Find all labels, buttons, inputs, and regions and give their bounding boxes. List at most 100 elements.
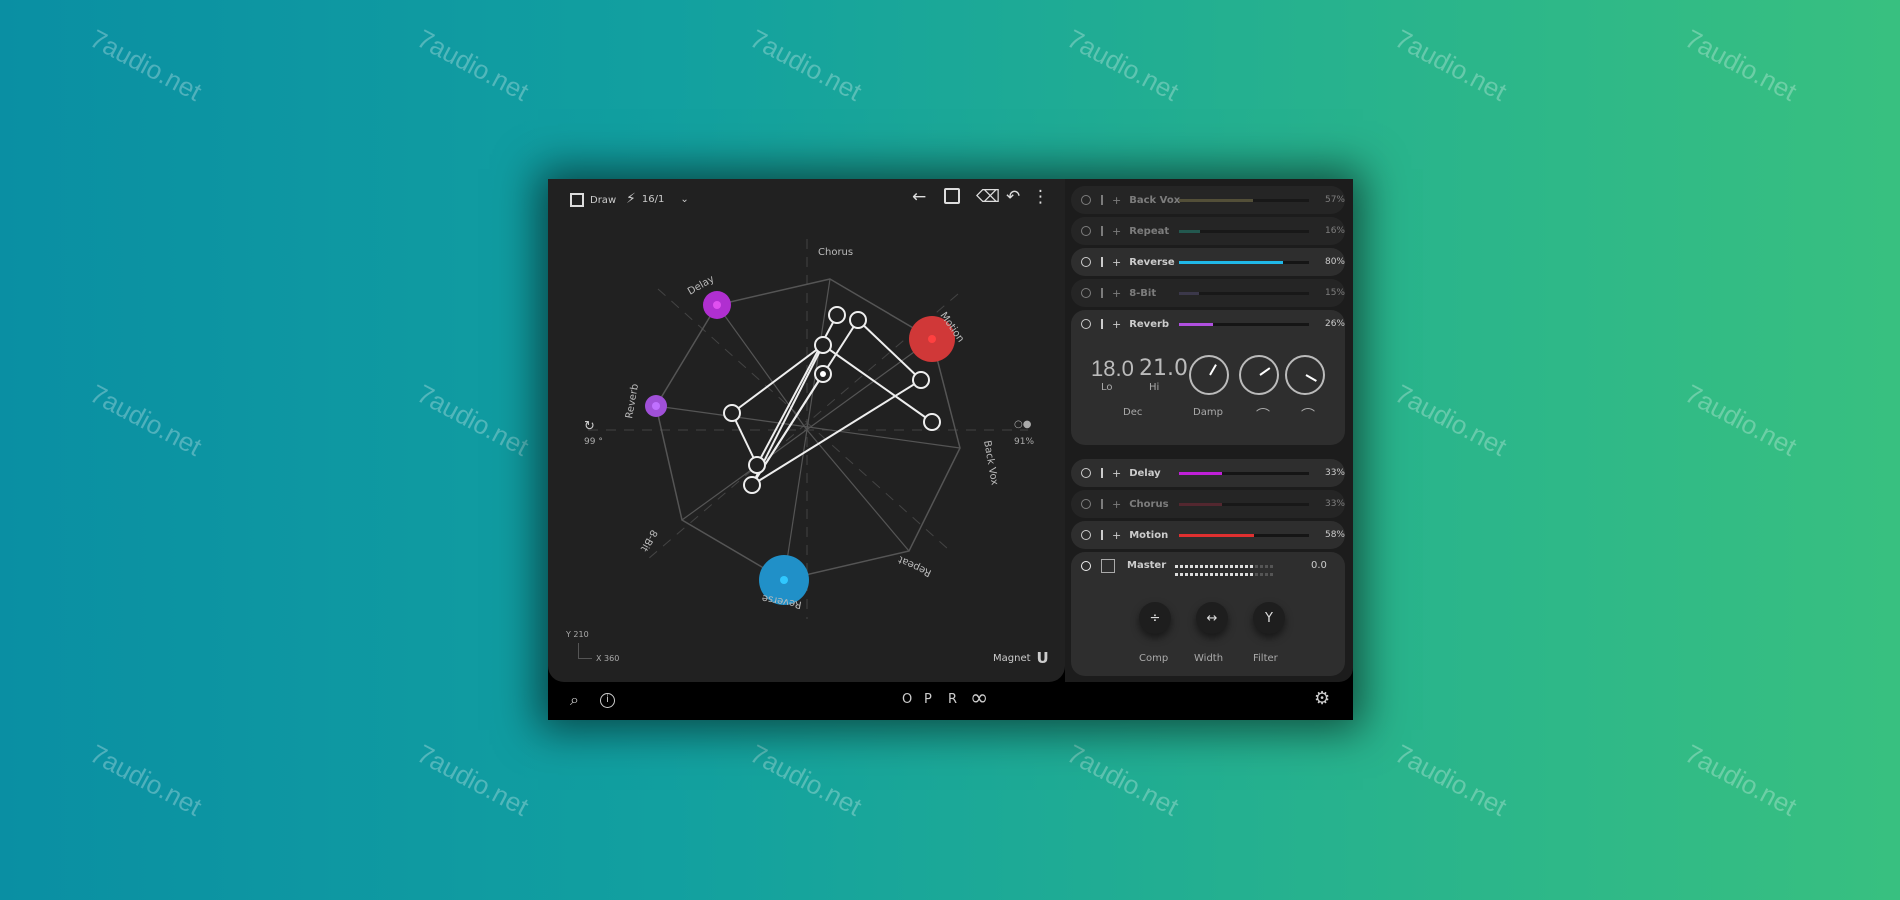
search-icon[interactable]: ⌕ [570, 690, 579, 710]
curve-left-icon[interactable]: ⌒ [1256, 405, 1270, 425]
knob-3[interactable] [1285, 355, 1325, 395]
effect-name: Reverb [1129, 318, 1170, 330]
effect-row-chorus[interactable]: + Chorus 33% [1071, 490, 1345, 518]
level-value: 33% [1324, 499, 1345, 509]
level-slider[interactable] [1179, 533, 1310, 537]
watermark: 7audio.net [1062, 23, 1184, 107]
damp-label: Damp [1193, 407, 1223, 418]
master-toggle[interactable] [1081, 561, 1091, 571]
info-icon[interactable]: i [600, 693, 615, 708]
plus-icon[interactable]: + [1112, 467, 1121, 480]
hi-value[interactable]: 21.0 [1139, 356, 1188, 381]
x-coordinate: X 360 [596, 654, 620, 663]
solo-bar-icon[interactable] [1100, 195, 1103, 205]
toggle-circle-icon[interactable] [1081, 530, 1091, 540]
rotation-value: 99 ° [584, 437, 603, 447]
mode-o-button[interactable]: O [902, 692, 912, 707]
watermark: 7audio.net [412, 378, 534, 462]
level-fill [1179, 533, 1255, 537]
effect-row-delay[interactable]: + Delay 33% [1071, 459, 1345, 487]
width-arrows-icon: ↔ [1206, 610, 1218, 626]
filter-icon: Y [1265, 610, 1273, 626]
gear-icon[interactable]: ⚙ [1314, 688, 1330, 709]
y-coordinate: Y 210 [566, 630, 589, 639]
comp-button[interactable]: ÷ [1139, 602, 1171, 634]
level-fill [1179, 471, 1222, 475]
level-fill [1179, 229, 1200, 233]
level-slider[interactable] [1179, 260, 1310, 264]
toggle-circle-icon[interactable] [1081, 319, 1091, 329]
effect-name: Chorus [1129, 498, 1169, 510]
solo-bar-icon[interactable] [1100, 226, 1103, 236]
effect-row-repeat[interactable]: + Repeat 16% [1071, 217, 1345, 245]
rotate-icon[interactable]: ↻ [584, 419, 595, 434]
xy-panel[interactable]: Draw ⚡ 16/1 ⌄ ← ⌫ ↶ ⋮ Chorus Delay Motion … [548, 179, 1065, 682]
effect-name: Motion [1129, 529, 1169, 541]
plus-icon[interactable]: + [1112, 498, 1121, 511]
damp-knob[interactable] [1189, 355, 1229, 395]
solo-bar-icon[interactable] [1100, 530, 1103, 540]
toggle-circle-icon[interactable] [1081, 257, 1091, 267]
effect-name: Reverse [1129, 256, 1175, 268]
dice-icon[interactable] [1101, 559, 1115, 573]
level-value: 26% [1324, 319, 1345, 329]
level-slider[interactable] [1179, 322, 1310, 326]
solo-bar-icon[interactable] [1100, 319, 1103, 329]
scale-value: 91% [1014, 437, 1035, 447]
toggle-circle-icon[interactable] [1081, 499, 1091, 509]
lo-value[interactable]: 18.0 [1091, 356, 1134, 382]
effect-row-motion[interactable]: + Motion 58% [1071, 521, 1345, 549]
plus-icon[interactable]: + [1112, 256, 1121, 269]
level-fill [1179, 260, 1284, 264]
bottom-bar: ⌕ i O P R ∞ ⚙ [548, 682, 1353, 720]
xy-graph[interactable]: Chorus Delay Motion Reverb Back Vox Repe… [548, 179, 1065, 682]
toggle-circle-icon[interactable] [1081, 288, 1091, 298]
solo-bar-icon[interactable] [1100, 468, 1103, 478]
filter-label: Filter [1253, 653, 1278, 664]
path-point [748, 456, 766, 474]
toggle-circle-icon[interactable] [1081, 226, 1091, 236]
filter-button[interactable]: Y [1253, 602, 1285, 634]
width-label: Width [1194, 653, 1224, 664]
plus-icon[interactable]: + [1112, 225, 1121, 238]
level-slider[interactable] [1179, 198, 1310, 202]
level-slider[interactable] [1179, 471, 1310, 475]
label-8bit: 8-Bit [638, 528, 659, 554]
plus-icon[interactable]: + [1112, 194, 1121, 207]
mode-r-button[interactable]: R [948, 692, 957, 707]
level-slider[interactable] [1179, 291, 1310, 295]
plus-icon[interactable]: + [1112, 287, 1121, 300]
plus-icon[interactable]: + [1112, 529, 1121, 542]
mode-p-button[interactable]: P [924, 692, 932, 707]
dec-label: Dec [1123, 407, 1143, 418]
magnet-button[interactable]: Magnet U [993, 649, 1049, 667]
master-panel: Master 0.0 ÷ ↔ Y Comp Width Filter [1071, 552, 1345, 676]
solo-bar-icon[interactable] [1100, 288, 1103, 298]
comp-label: Comp [1139, 653, 1169, 664]
solo-bar-icon[interactable] [1100, 257, 1103, 267]
current-point [820, 371, 826, 377]
level-fill [1179, 502, 1222, 506]
width-button[interactable]: ↔ [1196, 602, 1228, 634]
scale-icon[interactable]: ○● [1014, 419, 1031, 430]
effect-row-reverb[interactable]: + Reverb 26% [1071, 310, 1345, 338]
solo-bar-icon[interactable] [1100, 499, 1103, 509]
level-slider[interactable] [1179, 502, 1310, 506]
level-fill [1179, 198, 1254, 202]
path-point [743, 476, 761, 494]
watermark: 7audio.net [1680, 23, 1802, 107]
knob-2[interactable] [1239, 355, 1279, 395]
path-point [923, 413, 941, 431]
toggle-circle-icon[interactable] [1081, 195, 1091, 205]
watermark: 7audio.net [85, 23, 207, 107]
effect-row-8-bit[interactable]: +8-Bit 15% [1071, 279, 1345, 307]
toggle-circle-icon[interactable] [1081, 468, 1091, 478]
label-chorus: Chorus [818, 247, 853, 258]
effect-name: 8-Bit [1129, 287, 1157, 299]
curve-right-icon[interactable]: ⌒ [1301, 405, 1315, 425]
effect-row-reverse[interactable]: + Reverse 80% [1071, 248, 1345, 276]
effect-row-back-vox[interactable]: + Back Vox 57% [1071, 186, 1345, 214]
loop-infinity-icon[interactable]: ∞ [970, 686, 988, 711]
level-slider[interactable] [1179, 229, 1310, 233]
plus-icon[interactable]: + [1112, 318, 1121, 331]
